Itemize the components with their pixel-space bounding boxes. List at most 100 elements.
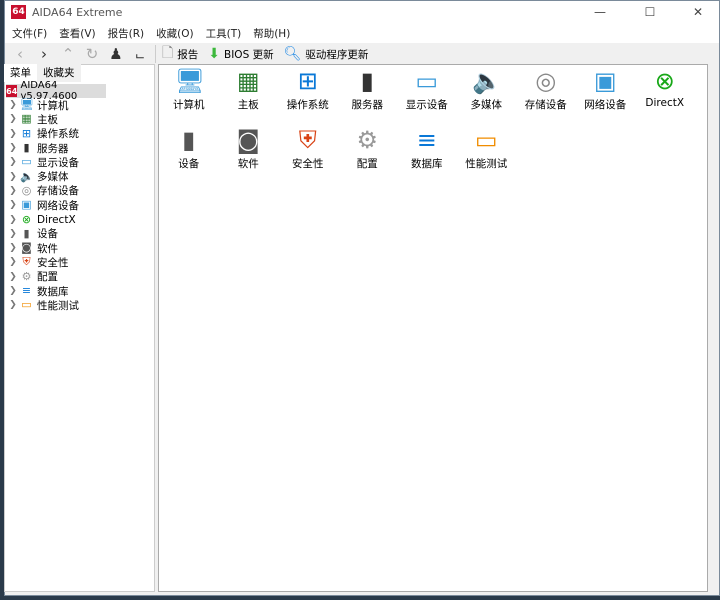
tree-item[interactable]: ❯ ≡ 数据库	[6, 284, 154, 298]
menu-report[interactable]: 报告(R)	[108, 26, 145, 41]
menu-favorites[interactable]: 收藏(O)	[156, 26, 193, 41]
tree-item[interactable]: ❯ ◎ 存储设备	[6, 184, 154, 198]
category-item[interactable]: ◎ 存储设备	[516, 67, 576, 112]
tree-item-label: 性能测试	[37, 299, 79, 312]
category-label: 服务器	[351, 99, 384, 111]
tree-item[interactable]: ❯ ▣ 网络设备	[6, 198, 154, 212]
chevron-right-icon[interactable]: ❯	[6, 129, 20, 139]
chevron-right-icon[interactable]: ❯	[6, 257, 20, 267]
chevron-right-icon[interactable]: ❯	[6, 143, 20, 153]
category-label: DirectX	[645, 97, 685, 109]
download-arrow-icon: ⬇	[208, 46, 220, 62]
driver-label: 驱动程序更新	[305, 48, 369, 61]
up-icon[interactable]: ⌃	[59, 45, 77, 63]
chevron-right-icon[interactable]: ❯	[6, 229, 20, 239]
category-item[interactable]: ▭ 显示设备	[397, 67, 457, 112]
config-icon: ⚙	[356, 126, 378, 154]
category-label: 主板	[237, 99, 259, 111]
category-item[interactable]: ⊗ DirectX	[635, 67, 695, 112]
toolbar-separator	[155, 45, 156, 63]
aida-logo-icon: 64	[6, 85, 18, 97]
menu-tools[interactable]: 工具(T)	[206, 26, 242, 41]
back-icon[interactable]: ‹	[11, 45, 29, 63]
category-label: 网络设备	[584, 99, 627, 111]
tree-item[interactable]: ❯ ⊗ DirectX	[6, 212, 154, 226]
tree-item-label: 设备	[37, 228, 58, 241]
chevron-right-icon[interactable]: ❯	[6, 272, 20, 282]
tree-item-label: 安全性	[37, 256, 69, 269]
monitor-icon: ▭	[415, 67, 439, 95]
tree-item-label: 计算机	[37, 99, 69, 112]
config-icon: ⚙	[21, 269, 32, 283]
chevron-right-icon[interactable]: ❯	[6, 186, 20, 196]
tree-item-label: 配置	[37, 271, 58, 284]
bios-update-button[interactable]: ⬇ BIOS 更新	[208, 46, 273, 62]
window-title: AIDA64 Extreme	[32, 5, 123, 19]
tree-root[interactable]: 64 AIDA64 v5.97.4600	[6, 80, 106, 102]
category-item[interactable]: ▣ 网络设备	[576, 67, 636, 112]
tree-item[interactable]: ❯ ◙ 软件	[6, 241, 154, 255]
report-button[interactable]: 🗋 报告	[162, 42, 198, 66]
menu-view[interactable]: 查看(V)	[59, 26, 95, 41]
category-item[interactable]: ⊞ 操作系统	[278, 67, 338, 112]
menu-file[interactable]: 文件(F)	[12, 26, 47, 41]
category-item[interactable]: ▮ 服务器	[338, 67, 398, 112]
xbox-icon: ⊗	[654, 67, 675, 95]
category-item[interactable]: 🖥 计算机	[159, 67, 219, 112]
storage-icon: ◎	[535, 67, 557, 95]
chevron-right-icon[interactable]: ❯	[6, 114, 20, 124]
shield-icon: ⛨	[298, 126, 317, 154]
chevron-right-icon[interactable]: ❯	[6, 100, 20, 110]
chevron-right-icon[interactable]: ❯	[6, 286, 20, 296]
chart-icon[interactable]: ⨽	[131, 45, 149, 63]
minimize-button[interactable]: —	[583, 1, 617, 23]
category-item[interactable]: ⚙ 配置	[338, 126, 398, 171]
tree-item-label: 操作系统	[37, 128, 79, 141]
tree-item[interactable]: ❯ ▮ 设备	[6, 227, 154, 241]
close-button[interactable]: ✕	[681, 1, 715, 23]
tree-item-label: 存储设备	[37, 185, 79, 198]
user-icon[interactable]: ♟	[107, 45, 125, 63]
category-label: 存储设备	[524, 99, 567, 111]
tree-item[interactable]: ❯ ▭ 性能测试	[6, 298, 154, 312]
tree-item-label: 服务器	[37, 142, 69, 155]
category-label: 性能测试	[465, 158, 508, 170]
maximize-button[interactable]: ☐	[633, 1, 667, 23]
category-item[interactable]: ◙ 软件	[219, 126, 279, 171]
chevron-right-icon[interactable]: ❯	[6, 243, 20, 253]
tree-item[interactable]: ❯ ▮ 服务器	[6, 141, 154, 155]
tree-item[interactable]: ❯ ⛨ 安全性	[6, 255, 154, 269]
chevron-right-icon[interactable]: ❯	[6, 157, 20, 167]
chevron-right-icon[interactable]: ❯	[6, 300, 20, 310]
tree-item[interactable]: ❯ ▦ 主板	[6, 112, 154, 126]
chevron-right-icon[interactable]: ❯	[6, 172, 20, 182]
database-icon: ≡	[416, 126, 437, 154]
menu-help[interactable]: 帮助(H)	[253, 26, 290, 41]
motherboard-icon: ▦	[21, 112, 32, 126]
tree-item[interactable]: ❯ ▭ 显示设备	[6, 155, 154, 169]
forward-icon[interactable]: ›	[35, 45, 53, 63]
category-item[interactable]: ▮ 设备	[159, 126, 219, 171]
windows-icon: ⊞	[21, 126, 32, 140]
computer-icon: 🖥	[174, 67, 206, 95]
tree-item[interactable]: ❯ ⊞ 操作系统	[6, 127, 154, 141]
tree-item-label: DirectX	[37, 213, 76, 226]
category-item[interactable]: ▭ 性能测试	[457, 126, 517, 171]
category-item[interactable]: ≡ 数据库	[397, 126, 457, 171]
refresh-icon[interactable]: ↻	[83, 45, 101, 63]
tree-item[interactable]: ❯ ⚙ 配置	[6, 270, 154, 284]
category-item[interactable]: ▦ 主板	[219, 67, 279, 112]
category-item[interactable]: 🔈 多媒体	[457, 67, 517, 112]
category-label: 操作系统	[286, 99, 329, 111]
category-label: 设备	[178, 158, 200, 170]
menu-bar: 文件(F) 查看(V) 报告(R) 收藏(O) 工具(T) 帮助(H)	[5, 23, 719, 43]
driver-update-button[interactable]: 🔍︎ 驱动程序更新	[284, 46, 369, 62]
category-grid: 🖥 计算机 ▦ 主板 ⊞ 操作系统 ▮ 服务器 ▭ 显示设备 🔈 多媒体 ◎ 存储设备 ▣ 网络设备 ⊗ Dire…	[159, 67, 695, 171]
app-logo-icon: 64	[11, 5, 26, 19]
chevron-right-icon[interactable]: ❯	[6, 200, 20, 210]
shield-icon: ⛨	[22, 255, 31, 269]
tree-item[interactable]: ❯ 🔈 多媒体	[6, 169, 154, 183]
category-item[interactable]: ⛨ 安全性	[278, 126, 338, 171]
chevron-right-icon[interactable]: ❯	[6, 215, 20, 225]
xbox-icon: ⊗	[21, 212, 32, 226]
